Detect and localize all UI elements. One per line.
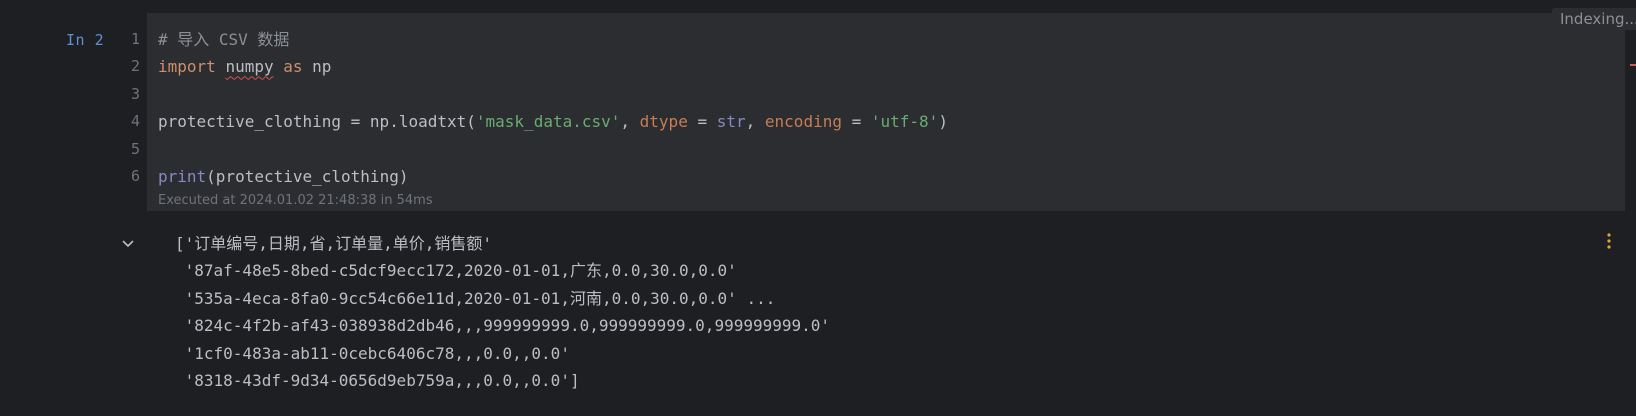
code-line-6[interactable]: print(protective_clothing) <box>158 163 1598 190</box>
line-number: 4 <box>130 112 140 131</box>
separator: , <box>620 112 640 132</box>
module-alias: np <box>312 57 332 77</box>
code-comment: # 导入 CSV 数据 <box>158 30 290 49</box>
output-line: '824c-4f2b-af43-038938d2db46,,,999999999… <box>175 316 831 336</box>
indexing-status: Indexing... <box>1552 8 1636 30</box>
more-vertical-icon[interactable] <box>1606 232 1612 250</box>
call-args: (protective_clothing) <box>206 166 409 186</box>
chevron-down-icon[interactable] <box>121 236 135 250</box>
execution-info: Executed at 2024.01.02 21:48:38 in 54ms <box>158 193 433 208</box>
keyword-import: import <box>158 57 216 77</box>
builtin-name: print <box>158 166 207 186</box>
code-line-5[interactable] <box>158 136 1598 163</box>
code-line-2[interactable]: import numpy as np <box>158 53 1598 80</box>
line-number: 2 <box>130 57 140 76</box>
param-name: encoding <box>764 112 842 132</box>
line-number: 6 <box>130 166 140 185</box>
code-line-1[interactable]: # 导入 CSV 数据 <box>158 26 1598 53</box>
code-line-3[interactable] <box>158 81 1598 108</box>
builtin-name: str <box>716 112 746 132</box>
param-name: dtype <box>639 112 688 132</box>
code-editor[interactable]: # 导入 CSV 数据 import numpy as np protectiv… <box>158 26 1598 190</box>
line-number: 1 <box>130 30 140 48</box>
equals: = <box>687 112 717 132</box>
cell-prompt: In 2 <box>66 31 105 49</box>
module-name: numpy <box>225 57 274 77</box>
assignment-text: protective_clothing = np.loadtxt( <box>158 112 476 132</box>
string-literal: 'utf-8' <box>870 112 939 132</box>
string-literal: 'mask_data.csv' <box>475 112 621 132</box>
line-number: 5 <box>130 139 140 158</box>
code-line-4[interactable]: protective_clothing = np.loadtxt('mask_d… <box>158 108 1598 135</box>
cell-output[interactable]: ['订单编号,日期,省,订单量,单价,销售额' '87af-48e5-8bed-… <box>175 230 830 394</box>
output-line: '87af-48e5-8bed-c5dcf9ecc172,2020-01-01,… <box>175 261 737 281</box>
keyword-as: as <box>283 57 303 77</box>
line-number: 3 <box>130 84 140 103</box>
equals: = <box>841 112 871 132</box>
close-paren: ) <box>938 112 948 132</box>
separator: , <box>745 112 765 132</box>
error-stripe-marker[interactable] <box>1630 64 1636 66</box>
output-line: '8318-43df-9d34-0656d9eb759a,,,0.0,,0.0'… <box>175 370 580 390</box>
line-number-gutter: 1 2 3 4 5 6 <box>118 26 140 190</box>
output-line: '1cf0-483a-ab11-0cebc6406c78,,,0.0,,0.0' <box>175 343 570 363</box>
output-line: '535a-4eca-8fa0-9cc54c66e11d,2020-01-01,… <box>175 288 776 308</box>
output-line: ['订单编号,日期,省,订单量,单价,销售额' <box>175 234 493 253</box>
